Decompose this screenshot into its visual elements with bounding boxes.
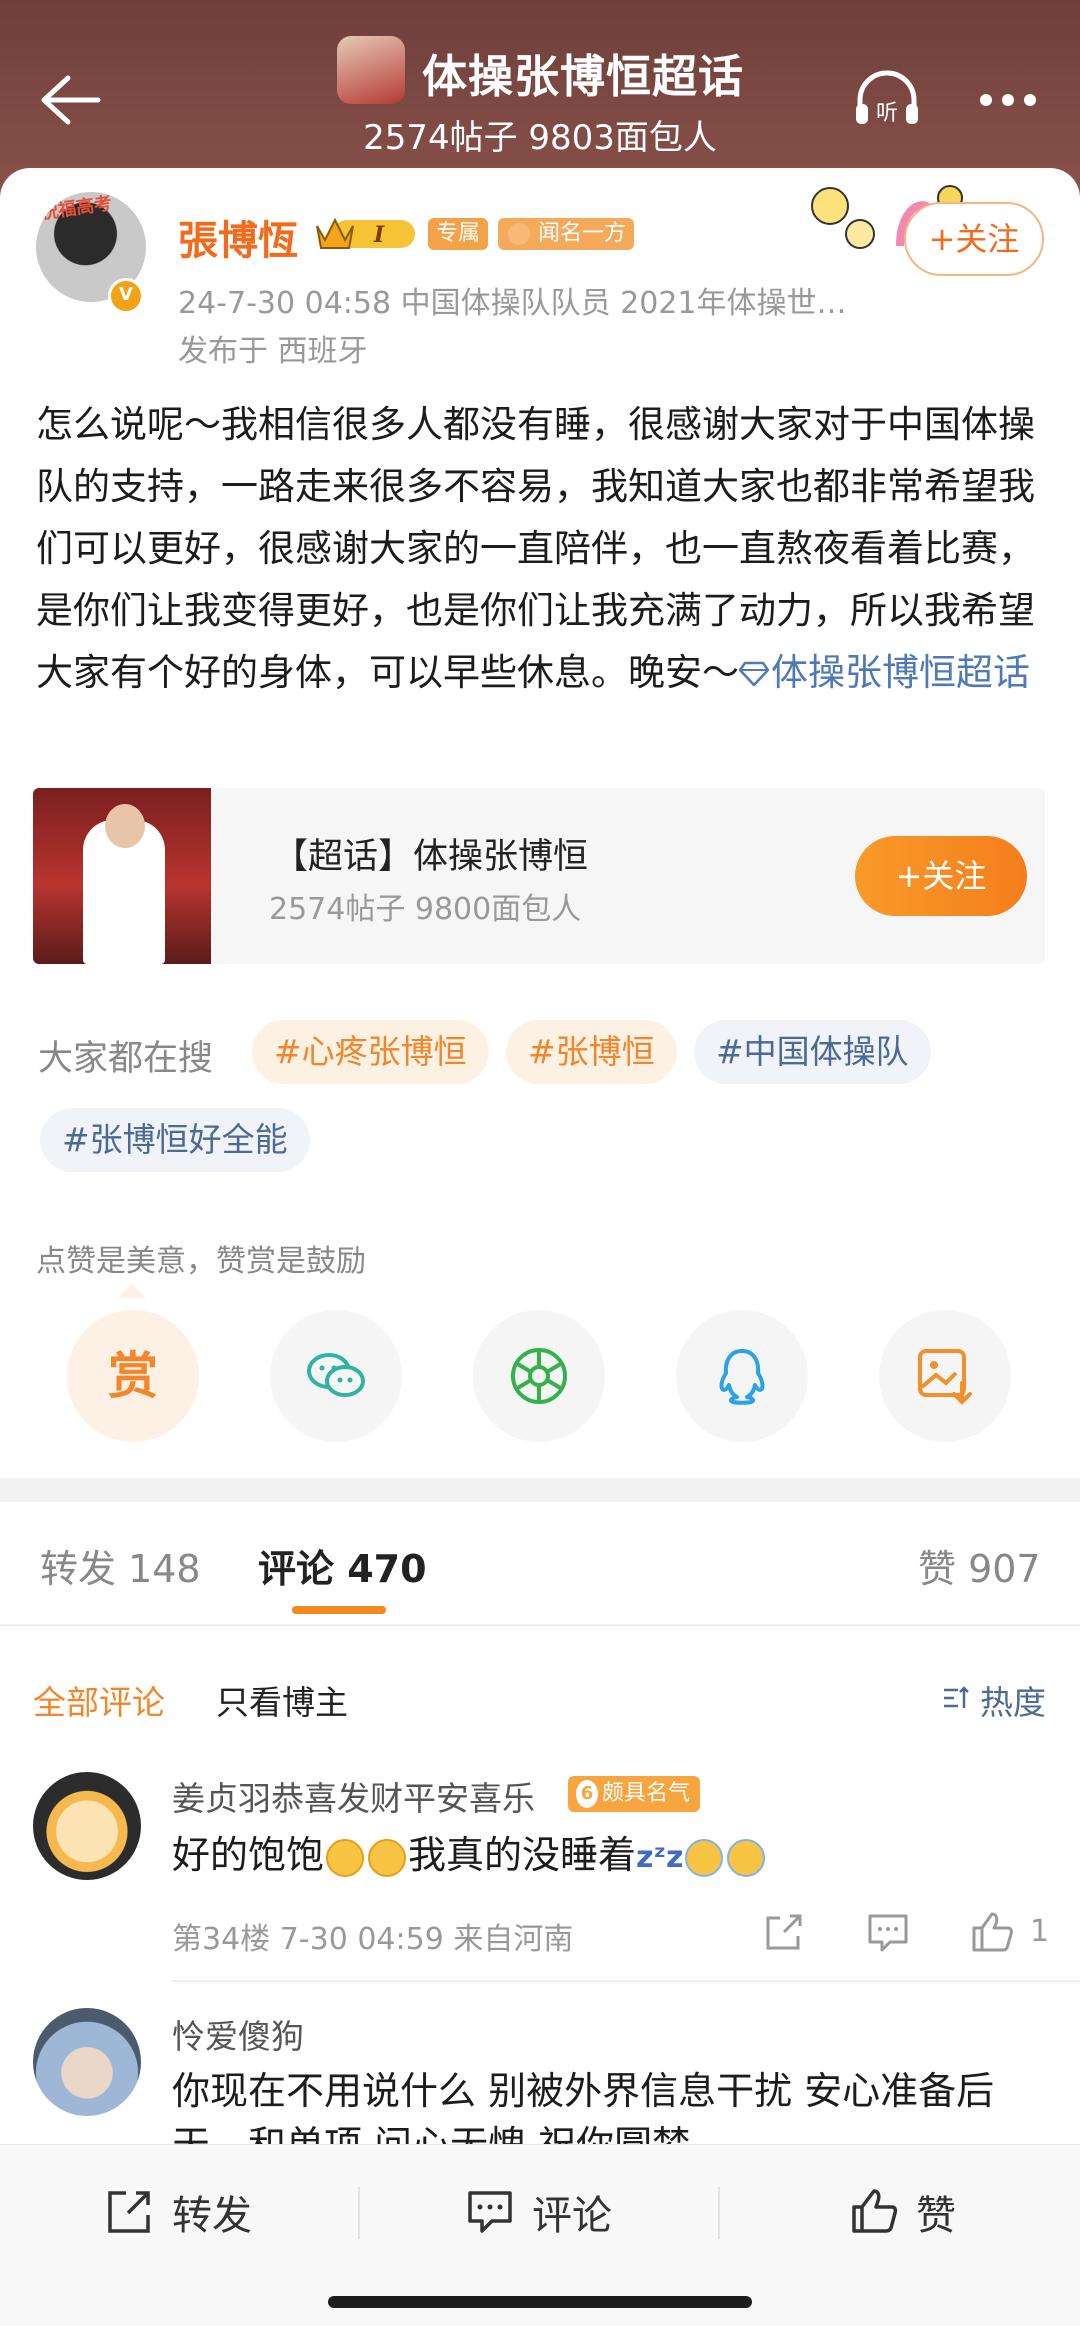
post-time-and-bio: 24-7-30 04:58 中国体操队队员 2021年体操世… — [178, 286, 847, 321]
author-name[interactable]: 張博恆 — [178, 208, 298, 266]
search-chip[interactable]: #中国体操队 — [694, 1020, 931, 1084]
tab-repost[interactable]: 转发 148 — [40, 1538, 201, 1593]
comment-meta: 第34楼 7-30 04:59 来自河南 — [172, 1922, 574, 1957]
comment-text: 好的饱饱 我真的没睡着zᶻz — [172, 1828, 767, 1885]
supertopic-card-stats: 2574帖子 9800面包人 — [269, 892, 582, 927]
thumbs-up-icon — [852, 2189, 898, 2233]
commenter-avatar[interactable] — [33, 1772, 141, 1880]
bar-separator — [718, 2187, 720, 2239]
level-text: I — [373, 222, 385, 248]
fame-level-number: 6 — [576, 1780, 598, 1808]
laughing-emoji-icon — [368, 1838, 407, 1877]
sleeping-zzz-icon: zᶻz — [636, 1839, 684, 1875]
supertopic-card-title: 【超话】体操张博恒 — [273, 837, 589, 877]
laughing-emoji-icon — [326, 1838, 365, 1877]
wechat-icon — [307, 1353, 365, 1397]
qq-icon — [719, 1349, 765, 1405]
reward-button[interactable]: 赏 — [67, 1310, 199, 1442]
commenter-avatar[interactable] — [33, 2008, 141, 2116]
post-location: 发布于 西班牙 — [178, 334, 368, 369]
verified-badge-icon — [108, 278, 144, 314]
comment-text-part: 我真的没睡着 — [408, 1833, 637, 1877]
listen-icon[interactable]: 听 — [852, 68, 922, 132]
more-options-icon[interactable] — [978, 92, 1038, 108]
filter-all-comments[interactable]: 全部评论 — [33, 1676, 165, 1724]
page-title: 体操张博恒超话 — [422, 50, 745, 103]
like-comment-icon[interactable] — [970, 1910, 1014, 1954]
tab-divider — [0, 1624, 1080, 1626]
repost-icon — [108, 2191, 150, 2233]
supertopic-avatar[interactable] — [337, 36, 405, 104]
like-button-label: 赞 — [916, 2193, 956, 2239]
sort-icon[interactable] — [942, 1684, 970, 1712]
supertopic-icon — [738, 661, 770, 687]
fame-level-badge: 6 颇具名气 — [568, 1776, 701, 1812]
trending-search-label: 大家都在搜 — [38, 1039, 214, 1079]
sort-hot-label[interactable]: 热度 — [980, 1676, 1046, 1724]
fame-badge-label: 闻名一方 — [538, 221, 627, 246]
bar-separator — [358, 2187, 360, 2239]
search-chip[interactable]: #张博恒 — [506, 1020, 677, 1084]
crown-level-badge-icon: I — [316, 217, 415, 249]
athlete-head — [105, 804, 145, 848]
reply-comment-icon[interactable] — [866, 1910, 910, 1954]
crying-emoji-icon — [685, 1838, 724, 1877]
comment-divider — [172, 1980, 1080, 1982]
image-download-icon — [918, 1349, 972, 1405]
tab-like[interactable]: 赞 907 — [918, 1538, 1041, 1593]
search-chip[interactable]: #心疼张博恒 — [252, 1020, 489, 1084]
post-body: 怎么说呢～我相信很多人都没有睡，很感谢大家对于中国体操队的支持，一路走来很多不容… — [36, 394, 1046, 704]
supertopic-follow-button[interactable]: +关注 — [855, 836, 1027, 916]
topic-link-text: 体操张博恒超话 — [771, 651, 1030, 694]
moments-icon — [511, 1348, 567, 1404]
repost-comment-icon[interactable] — [762, 1910, 806, 1954]
comment-button-label: 评论 — [532, 2193, 612, 2239]
home-indicator[interactable] — [328, 2296, 752, 2308]
fame-badge: 闻名一方 — [498, 218, 635, 250]
repost-button-label: 转发 — [172, 2193, 252, 2239]
supertopic-cover-image — [33, 788, 211, 964]
filter-host-only[interactable]: 只看博主 — [216, 1676, 348, 1724]
tip-pointer — [118, 1284, 146, 1298]
comment-like-count: 1 — [1030, 1914, 1050, 1949]
save-image-button[interactable] — [879, 1310, 1011, 1442]
svg-text:听: 听 — [876, 101, 898, 126]
moments-share-button[interactable] — [473, 1310, 605, 1442]
topic-link[interactable]: 体操张博恒超话 — [738, 651, 1030, 694]
wechat-share-button[interactable] — [270, 1310, 402, 1442]
comment-icon — [468, 2191, 512, 2233]
exclusive-badge: 专属 — [428, 218, 489, 250]
active-tab-indicator — [292, 1606, 386, 1614]
search-chip[interactable]: #张博恒好全能 — [40, 1108, 310, 1172]
follow-button[interactable]: +关注 — [904, 202, 1044, 276]
avatar-tag: 祝福高考 — [39, 193, 114, 224]
comment-text-part: 好的饱饱 — [172, 1833, 325, 1877]
diamond-icon — [508, 223, 530, 245]
commenter-name[interactable]: 姜贞羽恭喜发财平安喜乐 — [172, 1772, 535, 1820]
tab-comment[interactable]: 评论 470 — [258, 1538, 427, 1593]
qq-share-button[interactable] — [676, 1310, 808, 1442]
reward-tip: 点赞是美意，赞赏是鼓励 — [36, 1244, 366, 1279]
commenter-name[interactable]: 怜爱傻狗 — [172, 2010, 304, 2058]
section-divider — [0, 1478, 1080, 1502]
supertopic-card[interactable]: 【超话】体操张博恒 2574帖子 9800面包人 +关注 — [33, 788, 1045, 964]
crying-emoji-icon — [727, 1838, 766, 1877]
fame-level-label: 颇具名气 — [602, 1781, 691, 1806]
